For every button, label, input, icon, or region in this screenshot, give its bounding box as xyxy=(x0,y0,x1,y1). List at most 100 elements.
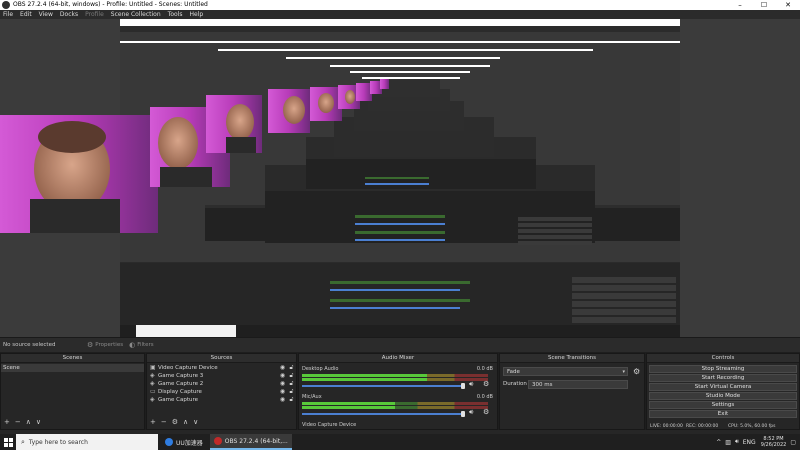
obs-logo-icon xyxy=(2,1,10,9)
preview-canvas[interactable] xyxy=(0,19,800,337)
filters-label: Filters xyxy=(137,342,154,348)
language-indicator[interactable]: ENG xyxy=(743,439,756,446)
lock-icon[interactable]: 🔓︎ xyxy=(287,372,296,380)
start-virtual-camera-button[interactable]: Start Virtual Camera xyxy=(649,383,797,391)
taskbar-search[interactable]: ⌕ Type here to search xyxy=(16,434,158,450)
title-bar: OBS 27.2.4 (64-bit, windows) - Profile: … xyxy=(0,0,800,10)
menu-tools[interactable]: Tools xyxy=(168,10,183,19)
properties-button[interactable]: ⚙ Properties xyxy=(87,341,123,349)
eye-icon[interactable]: ◉ xyxy=(278,388,287,396)
source-item[interactable]: ▣ Video Capture Device ◉ 🔓︎ xyxy=(147,364,296,372)
gear-icon[interactable]: ⚙ xyxy=(483,408,489,416)
rec-status: REC: 00:00:00 xyxy=(686,424,719,429)
source-properties-button[interactable]: ⚙ xyxy=(172,416,178,429)
menu-scene-collection[interactable]: Scene Collection xyxy=(111,10,161,19)
volume-icon[interactable]: 🔊︎ xyxy=(735,438,739,446)
lock-icon[interactable]: 🔓︎ xyxy=(287,396,296,404)
notification-icon[interactable]: ▢ xyxy=(790,439,796,446)
source-item[interactable]: ◈ Game Capture 3 ◉ 🔓︎ xyxy=(147,372,296,380)
move-source-down-button[interactable]: ∨ xyxy=(193,416,198,429)
search-icon: ⌕ xyxy=(21,437,25,446)
minimize-button[interactable]: – xyxy=(728,0,752,10)
menu-docks[interactable]: Docks xyxy=(60,10,78,19)
sources-list: ▣ Video Capture Device ◉ 🔓︎ ◈ Game Captu… xyxy=(147,364,296,404)
filter-icon: ◐ xyxy=(129,341,136,349)
add-scene-button[interactable]: + xyxy=(4,416,10,429)
gear-icon[interactable]: ⚙ xyxy=(483,380,489,388)
scenes-header: Scenes xyxy=(1,354,144,363)
settings-button[interactable]: Settings xyxy=(649,401,797,409)
move-source-up-button[interactable]: ∧ xyxy=(183,416,188,429)
stop-streaming-button[interactable]: Stop Streaming xyxy=(649,365,797,373)
transition-settings-gear-icon[interactable]: ⚙ xyxy=(633,367,640,376)
speaker-icon[interactable]: 🔊︎ xyxy=(469,380,473,389)
channel-db: 0.0 dB xyxy=(476,366,493,372)
eye-icon[interactable]: ◉ xyxy=(278,372,287,380)
source-item[interactable]: ◈ Game Capture 2 ◉ 🔓︎ xyxy=(147,380,296,388)
source-label: Game Capture 3 xyxy=(158,373,204,379)
taskbar-app-obs[interactable]: OBS 27.2.4 (64-bit,... xyxy=(209,434,292,450)
mixer-channel-video-capture: Video Capture Device xyxy=(302,422,357,428)
volume-slider-handle[interactable] xyxy=(461,411,465,417)
sources-footer: + − ⚙ ∧ ∨ xyxy=(147,416,296,429)
studio-mode-button[interactable]: Studio Mode xyxy=(649,392,797,400)
lock-icon[interactable]: 🔓︎ xyxy=(287,388,296,396)
chevron-up-icon[interactable]: ^ xyxy=(716,439,721,446)
obs-app-icon xyxy=(213,437,222,445)
menu-file[interactable]: File xyxy=(3,10,13,19)
volume-slider-handle[interactable] xyxy=(461,383,465,389)
no-source-label: No source selected xyxy=(3,342,56,348)
duration-field[interactable]: 300 ms xyxy=(528,380,628,389)
source-toolbar: No source selected ⚙ Properties ◐ Filter… xyxy=(0,337,800,352)
taskbar-app-label: OBS 27.2.4 (64-bit,... xyxy=(224,437,288,445)
network-icon[interactable]: ▥ xyxy=(725,439,731,446)
add-source-button[interactable]: + xyxy=(150,416,156,429)
scene-item[interactable]: Scene xyxy=(1,364,144,372)
maximize-button[interactable]: ☐ xyxy=(752,0,776,10)
obs-window: OBS 27.2.4 (64-bit, windows) - Profile: … xyxy=(0,0,800,450)
taskbar-clock[interactable]: 8:52 PM 9/26/2022 xyxy=(761,436,787,448)
volume-meter-level xyxy=(302,374,427,377)
move-scene-up-button[interactable]: ∧ xyxy=(26,416,31,429)
volume-slider[interactable] xyxy=(302,385,462,387)
eye-icon[interactable]: ◉ xyxy=(278,396,287,404)
start-recording-button[interactable]: Start Recording xyxy=(649,374,797,382)
controls-header: Controls xyxy=(647,354,799,363)
source-item[interactable]: ◈ Game Capture ◉ 🔓︎ xyxy=(147,396,296,404)
volume-slider[interactable] xyxy=(302,413,462,415)
gear-icon: ⚙ xyxy=(87,341,94,349)
volume-meter-level xyxy=(302,406,395,409)
controls-dock: Controls Stop Streaming Start Recording … xyxy=(646,353,800,430)
exit-button[interactable]: Exit xyxy=(649,410,797,418)
menu-bar: File Edit View Docks Profile Scene Colle… xyxy=(0,10,800,19)
eye-icon[interactable]: ◉ xyxy=(278,364,287,372)
remove-source-button[interactable]: − xyxy=(161,416,167,429)
close-button[interactable]: ✕ xyxy=(776,0,800,10)
menu-profile[interactable]: Profile xyxy=(85,10,104,19)
channel-name: Desktop Audio xyxy=(302,366,339,372)
audio-mixer-dock: Audio Mixer Desktop Audio 0.0 dB 🔊︎ ⚙ Mi… xyxy=(298,353,498,430)
eye-icon[interactable]: ◉ xyxy=(278,380,287,388)
start-button[interactable] xyxy=(0,434,16,450)
gamepad-icon: ◈ xyxy=(150,396,155,403)
move-scene-down-button[interactable]: ∨ xyxy=(36,416,41,429)
audio-mixer-header: Audio Mixer xyxy=(299,354,497,363)
lock-icon[interactable]: 🔓︎ xyxy=(287,380,296,388)
menu-view[interactable]: View xyxy=(39,10,53,19)
menu-help[interactable]: Help xyxy=(189,10,203,19)
taskbar-app-uu[interactable]: UU加速器 xyxy=(161,434,207,450)
duration-label: Duration xyxy=(503,381,527,387)
menu-edit[interactable]: Edit xyxy=(20,10,32,19)
scene-transitions-header: Scene Transitions xyxy=(500,354,644,363)
speaker-icon[interactable]: 🔊︎ xyxy=(469,408,473,417)
mixer-channel-desktop-audio: Desktop Audio 0.0 dB 🔊︎ ⚙ xyxy=(299,366,497,394)
source-label: Game Capture 2 xyxy=(158,381,204,387)
source-item[interactable]: ▭ Display Capture ◉ 🔓︎ xyxy=(147,388,296,396)
remove-scene-button[interactable]: − xyxy=(15,416,21,429)
transition-selected: Fade xyxy=(507,369,520,375)
properties-label: Properties xyxy=(95,342,124,348)
filters-button[interactable]: ◐ Filters xyxy=(129,341,154,349)
live-status: LIVE: 00:00:00 xyxy=(650,424,683,429)
lock-icon[interactable]: 🔓︎ xyxy=(287,364,296,372)
transition-select[interactable]: Fade ▾ xyxy=(503,367,628,376)
